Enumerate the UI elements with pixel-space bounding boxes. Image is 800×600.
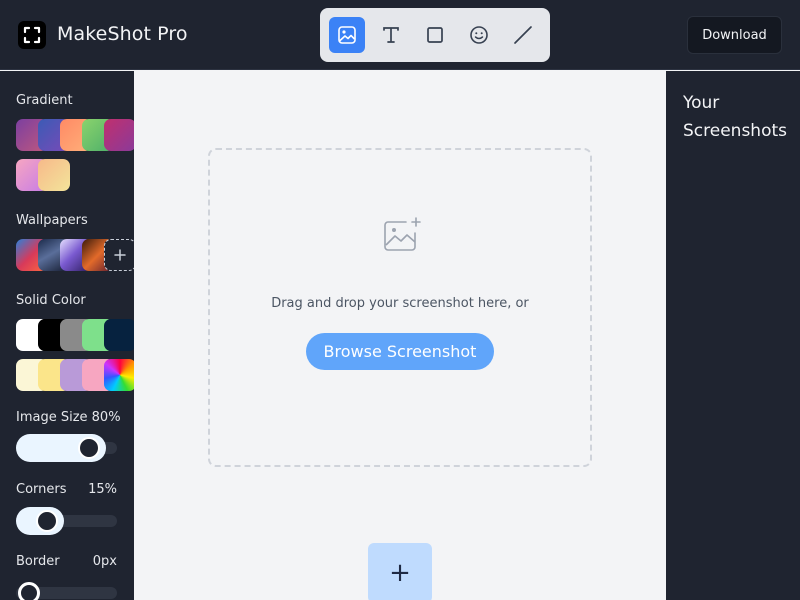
border-slider[interactable] [16,582,117,600]
browse-screenshot-button[interactable]: Browse Screenshot [306,333,494,370]
line-tool-button[interactable] [505,17,541,53]
screenshot-dropzone[interactable]: Drag and drop your screenshot here, or B… [208,148,592,467]
settings-sidebar: Gradient Wallpapers Solid Color Image Si… [0,71,134,600]
slider-thumb[interactable] [18,582,40,600]
gradient-section-label: Gradient [16,93,73,108]
slider-thumb[interactable] [36,510,58,532]
gradient-swatch[interactable] [104,119,134,151]
corners-label: Corners [16,482,67,497]
app-title: MakeShot Pro [57,23,188,45]
tool-palette [320,8,550,62]
add-canvas-button[interactable]: + [368,543,432,600]
solid-color-swatch[interactable] [104,319,134,351]
emoji-tool-button[interactable] [461,17,497,53]
gradient-swatch[interactable] [38,159,70,191]
custom-color-picker[interactable] [104,359,134,391]
rectangle-tool-button[interactable] [417,17,453,53]
screenshot-frame-icon [23,26,41,44]
corners-slider[interactable] [16,507,117,535]
plus-icon [114,249,126,261]
image-icon [338,26,356,44]
border-label: Border [16,554,60,569]
screenshots-panel-title: Your Screenshots [683,93,788,141]
add-wallpaper-button[interactable] [104,239,134,271]
text-icon [383,27,399,43]
solid-color-section-label: Solid Color [16,293,86,308]
top-bar: MakeShot Pro Download [0,0,800,70]
editor-canvas: Drag and drop your screenshot here, or B… [134,71,666,600]
image-size-slider[interactable] [16,434,117,462]
add-image-icon [384,217,421,251]
download-button[interactable]: Download [687,16,782,54]
corners-value: 15% [88,482,117,497]
image-tool-button[interactable] [329,17,365,53]
border-value: 0px [92,554,117,569]
screenshots-panel: Your Screenshots [666,71,800,600]
smiley-icon [470,26,488,44]
line-icon [514,26,532,44]
image-size-label: Image Size 80% [16,410,121,425]
app-logo [18,21,46,49]
square-icon [427,27,443,43]
dropzone-instructions: Drag and drop your screenshot here, or [271,296,529,311]
wallpapers-section-label: Wallpapers [16,213,88,228]
slider-thumb[interactable] [78,437,100,459]
text-tool-button[interactable] [373,17,409,53]
